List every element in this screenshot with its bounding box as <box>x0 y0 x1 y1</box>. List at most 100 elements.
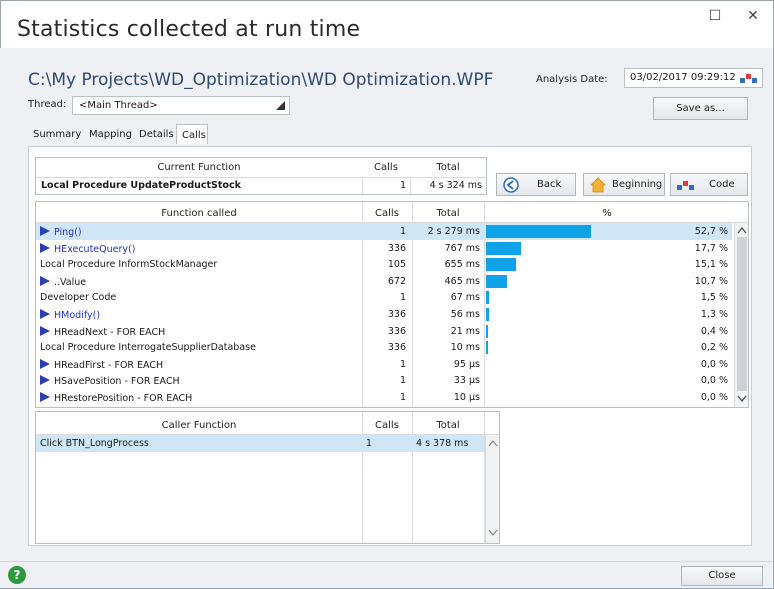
percent-bar <box>486 258 517 272</box>
title-bar: Statistics collected at run time ☐ ✕ <box>1 1 773 49</box>
scroll-thumb[interactable] <box>737 237 747 391</box>
close-button[interactable]: Close <box>681 566 763 586</box>
header-percent[interactable]: % <box>484 208 730 219</box>
analysis-date-field[interactable]: 03/02/2017 09:29:12 <box>624 68 763 88</box>
table-row[interactable]: ..Value 672 465 ms 10,7 % <box>36 273 732 290</box>
scroll-down-icon[interactable] <box>488 529 498 537</box>
total-cell: 655 ms <box>444 259 480 271</box>
status-bar <box>0 561 772 588</box>
scroll-up-icon[interactable] <box>737 226 747 234</box>
code-button[interactable]: Code <box>670 173 748 196</box>
calls-cell: 1 <box>366 438 373 449</box>
total-cell: 767 ms <box>444 242 480 254</box>
help-icon[interactable]: ? <box>8 566 26 584</box>
table-row[interactable]: Local Procedure InterrogateSupplierDatab… <box>36 339 732 356</box>
function-name[interactable]: HModify() <box>40 309 358 321</box>
function-called-scrollbar[interactable] <box>734 223 748 407</box>
thread-label: Thread: <box>28 99 67 110</box>
percent-bar <box>486 291 489 305</box>
table-row[interactable]: Developer Code 1 67 ms 1,5 % <box>36 289 732 306</box>
calls-cell: 336 <box>387 242 406 254</box>
header-caller-function[interactable]: Caller Function <box>36 420 362 431</box>
percent-bar <box>486 341 488 355</box>
function-icon <box>40 325 52 336</box>
function-name[interactable]: HSavePosition - FOR EACH <box>40 375 358 387</box>
back-arrow-icon <box>503 177 519 193</box>
save-as-button[interactable]: Save as... <box>653 97 748 120</box>
total-cell: 10 ms <box>450 342 480 354</box>
back-button[interactable]: Back <box>496 173 576 196</box>
back-label: Back <box>537 179 562 190</box>
function-icon <box>40 242 52 253</box>
function-icon <box>40 375 52 386</box>
table-row[interactable]: HReadNext - FOR EACH 336 21 ms 0,4 % <box>36 323 732 340</box>
total-cell: 33 µs <box>453 375 480 387</box>
total-cell: 2 s 279 ms <box>427 226 480 237</box>
calls-cell: 336 <box>387 309 406 320</box>
table-row[interactable]: HRestorePosition - FOR EACH 1 10 µs 0,0 % <box>36 389 732 406</box>
window-title: Statistics collected at run time <box>17 17 361 42</box>
calls-cell: 1 <box>399 358 406 370</box>
function-name-text: Local Procedure InterrogateSupplierDatab… <box>40 342 256 354</box>
percent-cell: 0,2 % <box>700 342 728 354</box>
tab-mapping[interactable]: Mapping <box>84 124 137 144</box>
calendar-icon[interactable] <box>740 72 758 84</box>
calls-cell: 1 <box>399 375 406 387</box>
function-name[interactable]: Developer Code <box>40 292 358 303</box>
function-name[interactable]: HReadFirst - FOR EACH <box>40 358 358 371</box>
function-name[interactable]: HReadNext - FOR EACH <box>40 325 358 338</box>
project-path: C:\My Projects\WD_Optimization\WD Optimi… <box>28 70 494 90</box>
current-function-name[interactable]: Local Procedure UpdateProductStock <box>41 180 359 191</box>
scroll-down-icon[interactable] <box>737 395 747 403</box>
function-name[interactable]: HExecuteQuery() <box>40 242 358 255</box>
header-calls[interactable]: Calls <box>362 208 412 219</box>
tab-summary[interactable]: Summary <box>28 124 86 144</box>
header-function-called[interactable]: Function called <box>36 208 362 219</box>
header-calls: Calls <box>374 162 398 173</box>
function-name[interactable]: Ping() <box>40 226 358 238</box>
function-name-text: Developer Code <box>40 292 117 304</box>
percent-cell: 10,7 % <box>694 275 728 287</box>
percent-cell: 0,0 % <box>700 392 728 403</box>
tab-calls[interactable]: Calls <box>176 124 208 144</box>
calls-cell: 672 <box>387 275 406 287</box>
table-row[interactable]: Local Procedure InformStockManager 105 655… <box>36 256 732 273</box>
current-function-total: 4 s 324 ms <box>429 180 482 191</box>
table-row[interactable]: HSavePosition - FOR EACH 1 33 µs 0,0 % <box>36 372 732 389</box>
maximize-button[interactable]: ☐ <box>701 7 729 25</box>
function-name[interactable]: Local Procedure InterrogateSupplierDatab… <box>40 342 358 353</box>
function-icon <box>40 392 52 402</box>
header-total: Total <box>436 162 460 173</box>
header-total[interactable]: Total <box>412 420 484 431</box>
function-name-text: Ping() <box>54 227 82 238</box>
beginning-label: Beginning <box>612 179 663 190</box>
function-name-text: HExecuteQuery() <box>54 243 136 255</box>
header-divider <box>36 177 486 178</box>
header-total[interactable]: Total <box>412 208 484 219</box>
close-window-button[interactable]: ✕ <box>739 7 767 25</box>
table-row[interactable]: HReadFirst - FOR EACH 1 95 µs 0,0 % <box>36 356 732 373</box>
percent-cell: 1,3 % <box>700 309 728 320</box>
caller-scrollbar[interactable] <box>485 435 499 543</box>
percent-bar <box>486 241 522 255</box>
function-name-text: HReadNext - FOR EACH <box>54 326 166 338</box>
table-row[interactable]: HModify() 336 56 ms 1,3 % <box>36 306 732 323</box>
scroll-up-icon[interactable] <box>488 439 498 447</box>
thread-value: <Main Thread> <box>79 100 158 111</box>
total-cell: 21 ms <box>450 325 480 337</box>
header-calls[interactable]: Calls <box>362 420 412 431</box>
total-cell: 4 s 378 ms <box>416 438 469 449</box>
beginning-button[interactable]: Beginning <box>583 173 665 196</box>
calls-cell: 1 <box>399 226 406 237</box>
function-name[interactable]: ..Value <box>40 275 358 288</box>
function-name-text: HModify() <box>54 310 101 321</box>
table-row[interactable]: Ping() 1 2 s 279 ms 52,7 % <box>36 223 732 240</box>
thread-select[interactable]: <Main Thread> <box>72 96 290 115</box>
function-name[interactable]: HRestorePosition - FOR EACH <box>40 392 358 404</box>
table-row[interactable]: HExecuteQuery() 336 767 ms 17,7 % <box>36 240 732 257</box>
code-icon <box>677 181 694 190</box>
caller-name: Click BTN_LongProcess <box>40 438 149 449</box>
tab-details[interactable]: Details <box>134 124 179 144</box>
table-row[interactable]: Click BTN_LongProcess 1 4 s 378 ms <box>36 435 484 452</box>
function-name[interactable]: Local Procedure InformStockManager <box>40 259 358 270</box>
